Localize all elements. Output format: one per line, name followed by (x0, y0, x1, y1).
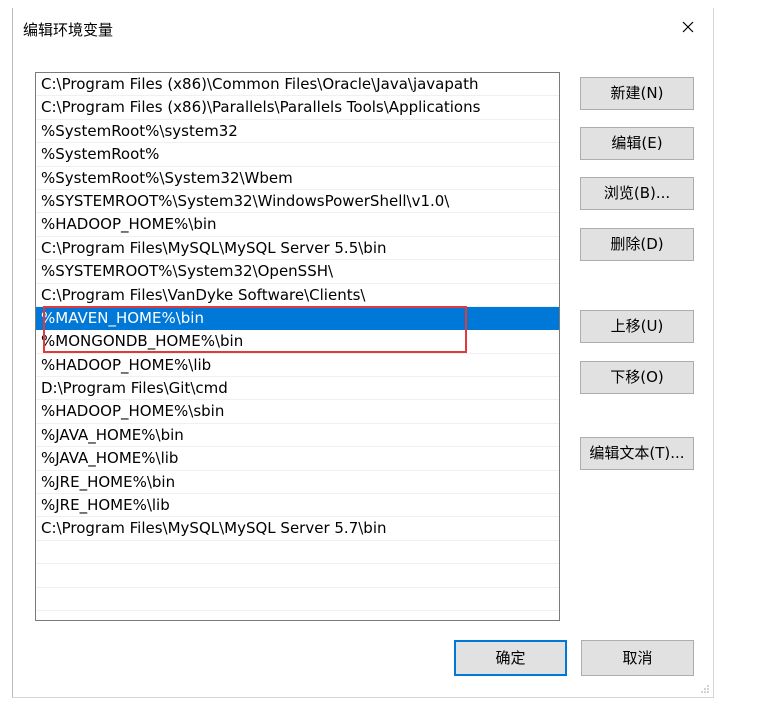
list-item[interactable]: %SystemRoot%\system32 (36, 120, 559, 144)
list-item[interactable]: %JRE_HOME%\lib (36, 494, 559, 518)
list-item[interactable]: %HADOOP_HOME%\lib (36, 354, 559, 378)
close-icon (682, 21, 694, 33)
list-item[interactable]: C:\Program Files\MySQL\MySQL Server 5.7\… (36, 517, 559, 541)
list-item[interactable]: C:\Program Files\MySQL\MySQL Server 5.5\… (36, 237, 559, 261)
list-item[interactable]: %JRE_HOME%\bin (36, 471, 559, 495)
edit-button[interactable]: 编辑(E) (580, 127, 694, 160)
list-item[interactable] (36, 588, 559, 611)
list-item[interactable]: %SYSTEMROOT%\System32\WindowsPowerShell\… (36, 190, 559, 214)
list-item[interactable]: D:\Program Files\Git\cmd (36, 377, 559, 401)
list-item[interactable]: %HADOOP_HOME%\sbin (36, 400, 559, 424)
list-item[interactable]: C:\Program Files (x86)\Common Files\Orac… (36, 73, 559, 97)
dialog-title: 编辑环境变量 (23, 21, 114, 39)
list-item[interactable]: C:\Program Files\VanDyke Software\Client… (36, 284, 559, 307)
ok-button[interactable]: 确定 (454, 640, 567, 676)
list-item-selected[interactable]: %MAVEN_HOME%\bin (36, 306, 559, 331)
list-item[interactable]: %HADOOP_HOME%\bin (36, 213, 559, 237)
list-item[interactable] (36, 541, 559, 565)
list-item[interactable]: %MONGONDB_HOME%\bin (36, 330, 559, 354)
title-bar: 编辑环境变量 (13, 8, 713, 48)
list-item[interactable]: %JAVA_HOME%\lib (36, 447, 559, 471)
resize-grip-icon[interactable] (700, 684, 710, 694)
list-item[interactable] (36, 564, 559, 588)
list-item[interactable]: %SystemRoot%\System32\Wbem (36, 167, 559, 190)
list-item[interactable]: %JAVA_HOME%\bin (36, 424, 559, 448)
new-button[interactable]: 新建(N) (580, 77, 694, 110)
close-button[interactable] (675, 14, 701, 40)
browse-button[interactable]: 浏览(B)... (580, 177, 694, 210)
edit-environment-variable-dialog: 编辑环境变量 C:\Program Files (x86)\Common Fil… (12, 8, 714, 698)
list-item[interactable]: %SystemRoot% (36, 143, 559, 167)
path-list[interactable]: C:\Program Files (x86)\Common Files\Orac… (35, 72, 560, 621)
delete-button[interactable]: 删除(D) (580, 228, 694, 261)
cancel-button[interactable]: 取消 (581, 640, 694, 676)
list-item[interactable]: C:\Program Files (x86)\Parallels\Paralle… (36, 96, 559, 120)
edit-text-button[interactable]: 编辑文本(T)... (580, 437, 694, 470)
move-up-button[interactable]: 上移(U) (580, 310, 694, 343)
move-down-button[interactable]: 下移(O) (580, 361, 694, 394)
list-item[interactable]: %SYSTEMROOT%\System32\OpenSSH\ (36, 260, 559, 284)
